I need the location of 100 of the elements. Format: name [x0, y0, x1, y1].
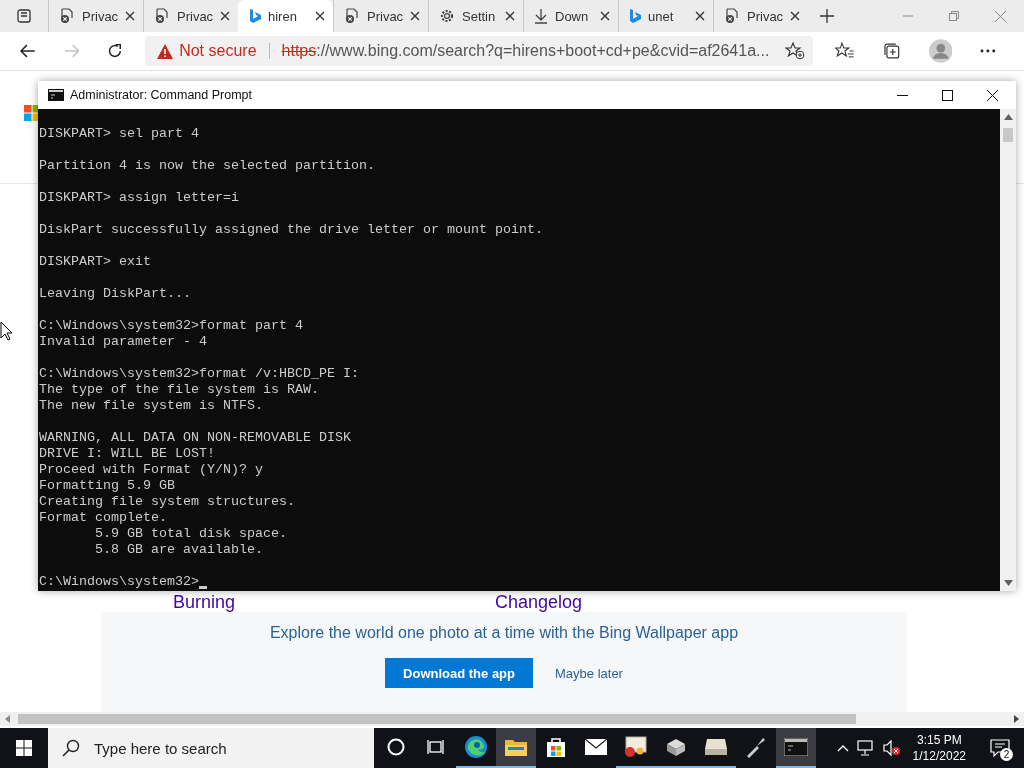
close-icon[interactable] [790, 11, 800, 21]
console-line: Proceed with Format (Y/N)? y [39, 462, 263, 478]
text-cursor [198, 586, 207, 589]
taskbar-search-field[interactable]: Type here to search [48, 728, 374, 768]
collections-icon[interactable] [883, 42, 901, 60]
console-line: DiskPart successfully assigned the drive letter or mount point. [39, 222, 543, 238]
maximize-icon[interactable] [942, 89, 953, 101]
console-line: Partition 4 is now the selected partition. [39, 158, 375, 174]
close-icon[interactable] [695, 11, 705, 21]
console-line: The new file system is NTFS. [39, 398, 263, 414]
windows-logo-icon [16, 740, 32, 756]
refresh-icon[interactable] [107, 43, 124, 59]
tab-title: hiren [268, 8, 298, 24]
browser-tab[interactable]: unet [618, 0, 713, 32]
taskbar-app[interactable] [496, 728, 536, 768]
add-favorite-icon[interactable] [785, 42, 806, 60]
browser-icon [464, 735, 488, 759]
search-placeholder: Type here to search [94, 739, 227, 757]
tab-title: Privac [747, 8, 783, 24]
private-page-icon [59, 8, 75, 24]
tab-title: Privac [367, 8, 403, 24]
console-line: Formatting 5.9 GB [39, 478, 175, 494]
browser-tab[interactable]: Down [523, 0, 618, 32]
browser-tab[interactable]: Privac [48, 0, 143, 32]
browser-tab[interactable]: Privac [333, 0, 428, 32]
cortana-icon [387, 738, 405, 756]
profile-avatar-icon[interactable] [928, 39, 953, 63]
bing-logo-icon [629, 8, 641, 24]
private-page-icon [724, 8, 740, 24]
dismiss-link[interactable]: Maybe later [555, 665, 623, 681]
page-link[interactable]: Burning [173, 592, 236, 612]
tool-icon [745, 736, 767, 758]
vertical-scrollbar[interactable] [1000, 109, 1016, 591]
close-icon[interactable] [505, 11, 515, 21]
security-warning[interactable]: Not secure [179, 42, 257, 60]
console-line: DISKPART> exit [39, 254, 151, 270]
console-line: 5.8 GB are available. [94, 542, 263, 558]
folder-icon [504, 737, 528, 757]
download-button[interactable]: Download the app [385, 658, 534, 688]
address-bar[interactable]: Not secure https://www.bing.com/search?q=hirens+boot+cd+pe&cvid=af2641a... [145, 36, 814, 66]
browser-tab[interactable]: Settin [428, 0, 523, 32]
scroll-right-icon[interactable] [1014, 715, 1019, 723]
restore-icon[interactable] [949, 11, 959, 21]
console-line: Format complete. [39, 510, 167, 526]
promo-text: Explore the world one photo at a time with the Bing Wallpaper app [269, 624, 739, 642]
console-line: Leaving DiskPart... [39, 286, 191, 302]
console-line: C:\Windows\system32>format /v:HBCD_PE I: [39, 366, 359, 382]
taskbar-app[interactable] [776, 728, 816, 768]
console-line: Creating file system structures. [39, 494, 295, 510]
browser-tab[interactable]: Privac [713, 0, 808, 32]
console-line: DISKPART> sel part 4 [39, 126, 199, 142]
console-line: DRIVE I: WILL BE LOST! [39, 446, 215, 462]
close-icon[interactable] [410, 11, 420, 21]
scroll-thumb[interactable] [18, 714, 856, 724]
console-line: C:\Windows\system32>format part 4 [39, 318, 303, 334]
envelope-icon [584, 738, 608, 756]
certificate-icon [624, 736, 648, 758]
tab-title: Privac [82, 8, 118, 24]
scroll-down-icon[interactable] [1003, 580, 1013, 586]
settings-icon [439, 8, 455, 24]
console-line: DISKPART> assign letter=i [39, 190, 239, 206]
close-icon[interactable] [220, 11, 230, 21]
window-title: Administrator: Command Prompt [70, 88, 252, 102]
tab-title: Privac [177, 8, 213, 24]
store-icon [545, 736, 567, 758]
tab-title: Down [555, 8, 590, 24]
console-line: Invalid parameter - 4 [39, 334, 207, 350]
console-line: 5.9 GB total disk space. [94, 526, 287, 542]
clock-time[interactable]: 3:15 PM [916, 732, 962, 748]
close-icon[interactable] [125, 11, 135, 21]
page-link[interactable]: Changelog [495, 592, 583, 612]
download-icon [534, 8, 548, 24]
close-icon[interactable] [600, 11, 610, 21]
more-icon[interactable] [980, 49, 996, 53]
scroll-thumb[interactable] [1003, 128, 1013, 142]
console-line: C:\Windows\system32> [39, 574, 199, 590]
back-icon[interactable] [20, 44, 36, 58]
close-icon[interactable] [987, 89, 998, 101]
network-icon[interactable] [856, 740, 875, 756]
tab-actions-icon[interactable] [17, 9, 31, 23]
private-page-icon [344, 8, 360, 24]
scroll-up-icon[interactable] [1003, 114, 1013, 120]
horizontal-scrollbar[interactable] [0, 712, 1024, 726]
chevron-up-icon[interactable] [836, 744, 849, 752]
scroll-left-icon[interactable] [5, 715, 10, 723]
tab-title: Settin [462, 8, 497, 24]
browser-tab[interactable]: hiren [238, 0, 333, 32]
notification-center-button[interactable]: 2 [982, 728, 1018, 768]
warning-icon [157, 43, 174, 59]
close-icon[interactable] [315, 11, 325, 21]
drive-icon [664, 737, 688, 757]
scanner-icon [704, 737, 728, 757]
favorites-icon[interactable] [835, 42, 856, 60]
clock-date[interactable]: 1/12/2022 [912, 748, 966, 764]
bing-logo-icon [249, 8, 261, 24]
new-tab-icon[interactable] [820, 9, 834, 23]
console-icon [48, 89, 64, 101]
volume-muted-icon[interactable] [882, 740, 901, 756]
console-line: WARNING, ALL DATA ON NON-REMOVABLE DISK [39, 430, 351, 446]
tab-title: unet [648, 8, 675, 24]
